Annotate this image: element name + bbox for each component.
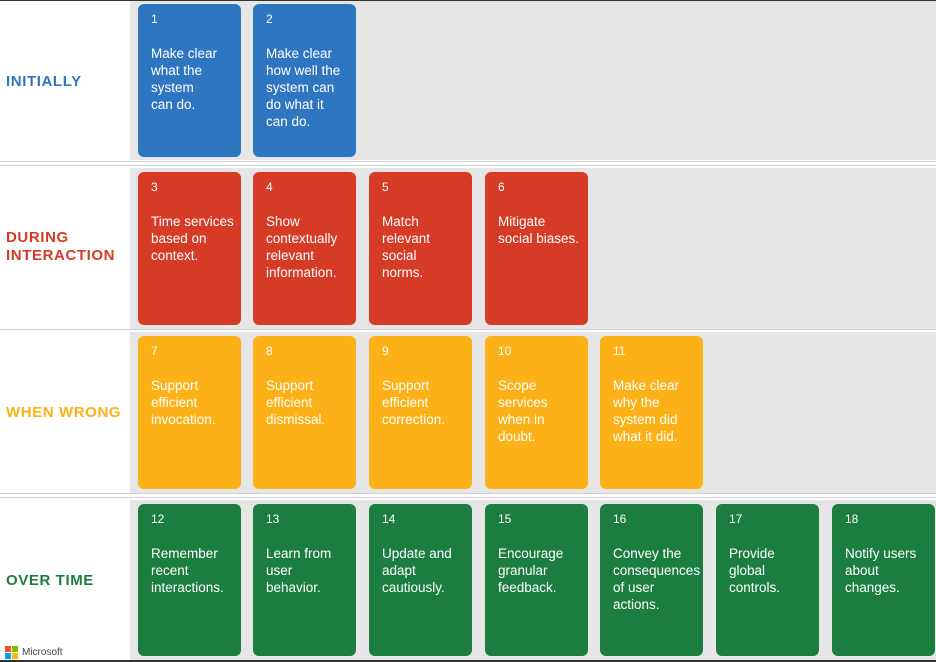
card-text: Remember recent interactions. xyxy=(151,546,224,595)
guideline-card-1: 1 Make clear what the system can do. xyxy=(138,4,241,157)
band-label-initially: INITIALLY xyxy=(6,73,82,90)
card-text: Make clear why the system did what it di… xyxy=(613,378,680,444)
card-number: 15 xyxy=(498,512,512,526)
card-text: Mitigate social biases. xyxy=(498,214,580,246)
guideline-card-5: 5 Match relevant social norms. xyxy=(369,172,472,325)
guideline-card-6: 6 Mitigate social biases. xyxy=(485,172,588,325)
card-number: 17 xyxy=(729,512,743,526)
card-text: Support efficient correction. xyxy=(382,378,446,427)
card-number: 1 xyxy=(151,12,158,26)
card-text: Learn from user behavior. xyxy=(266,546,332,595)
card-text: Encourage granular feedback. xyxy=(498,546,564,595)
logo-square xyxy=(12,652,18,659)
card-number: 16 xyxy=(613,512,627,526)
card-text: Make clear how well the system can do wh… xyxy=(266,46,341,129)
guideline-card-10: 10 Scope services when in doubt. xyxy=(485,336,588,489)
guideline-card-14: 14 Update and adapt cautiously. xyxy=(369,504,472,656)
band-divider xyxy=(0,329,936,330)
band-background xyxy=(130,0,936,160)
guideline-card-17: 17 Provide global controls. xyxy=(716,504,819,656)
guidelines-diagram: INITIALLY 1 Make clear what the system can… xyxy=(0,0,936,662)
guideline-card-13: 13 Learn from user behavior. xyxy=(253,504,356,656)
card-number: 14 xyxy=(382,512,396,526)
card-text: Support efficient dismissal. xyxy=(266,378,326,427)
card-number: 7 xyxy=(151,344,158,358)
guideline-card-8: 8 Support efficient dismissal. xyxy=(253,336,356,489)
guideline-card-15: 15 Encourage granular feedback. xyxy=(485,504,588,656)
band-divider xyxy=(0,161,936,162)
band-divider xyxy=(0,497,936,498)
microsoft-logo-icon xyxy=(5,645,18,659)
card-number: 5 xyxy=(382,180,389,194)
card-text: Notify users about changes. xyxy=(845,546,917,595)
guideline-card-4: 4 Show contextually relevant information. xyxy=(253,172,356,325)
microsoft-logo-text: Microsoft xyxy=(22,646,63,658)
card-text: Scope services when in doubt. xyxy=(498,378,548,444)
guideline-card-3: 3 Time services based on context. xyxy=(138,172,241,325)
logo-square xyxy=(5,652,11,659)
card-number: 13 xyxy=(266,512,280,526)
card-text: Match relevant social norms. xyxy=(382,214,431,280)
card-text: Convey the consequences of user actions. xyxy=(613,546,701,612)
card-number: 18 xyxy=(845,512,859,526)
card-number: 9 xyxy=(382,344,389,358)
band-label-during-interaction: DURING INTERACTION xyxy=(6,229,116,264)
card-number: 2 xyxy=(266,12,273,26)
guideline-card-9: 9 Support efficient correction. xyxy=(369,336,472,489)
microsoft-logo: Microsoft xyxy=(5,645,63,659)
card-number: 11 xyxy=(613,344,626,358)
band-divider xyxy=(0,493,936,494)
band-label-over-time: OVER TIME xyxy=(6,572,94,589)
guideline-card-12: 12 Remember recent interactions. xyxy=(138,504,241,656)
guideline-card-16: 16 Convey the consequences of user action… xyxy=(600,504,703,656)
card-text: Show contextually relevant information. xyxy=(266,214,338,280)
guideline-card-7: 7 Support efficient invocation. xyxy=(138,336,241,489)
card-text: Update and adapt cautiously. xyxy=(382,546,452,595)
card-text: Time services based on context. xyxy=(151,214,234,263)
guideline-card-11: 11 Make clear why the system did what it … xyxy=(600,336,703,489)
guideline-card-18: 18 Notify users about changes. xyxy=(832,504,935,656)
logo-square xyxy=(5,645,11,652)
card-number: 6 xyxy=(498,180,505,194)
guideline-card-2: 2 Make clear how well the system can do w… xyxy=(253,4,356,157)
card-number: 12 xyxy=(151,512,165,526)
band-divider xyxy=(0,165,936,166)
card-number: 10 xyxy=(498,344,512,358)
card-text: Support efficient invocation. xyxy=(151,378,216,427)
card-number: 4 xyxy=(266,180,273,194)
logo-square xyxy=(12,645,18,652)
frame-border xyxy=(0,0,936,1)
card-text: Make clear what the system can do. xyxy=(151,46,218,112)
card-number: 8 xyxy=(266,344,273,358)
card-text: Provide global controls. xyxy=(729,546,781,595)
card-number: 3 xyxy=(151,180,158,194)
band-label-when-wrong: WHEN WRONG xyxy=(6,404,122,421)
